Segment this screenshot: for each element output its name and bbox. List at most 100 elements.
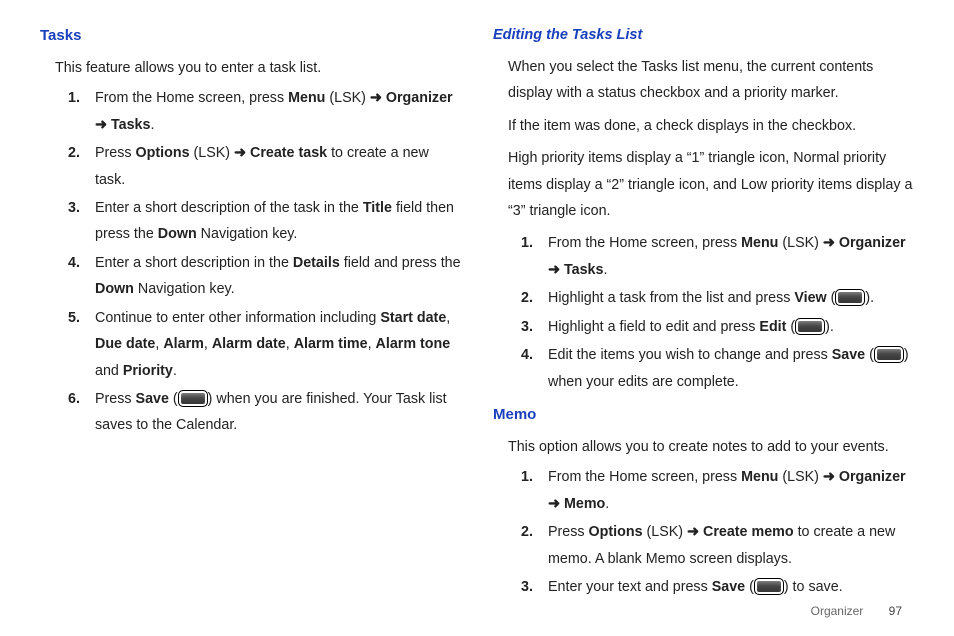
- text: Edit the items you wish to change and pr…: [548, 347, 832, 363]
- softkey-button-icon: [178, 390, 208, 407]
- list-item: 1. From the Home screen, press Menu (LSK…: [548, 464, 914, 517]
- text: ,: [446, 310, 450, 326]
- text: field and press the: [340, 255, 461, 271]
- create-task-label: Create task: [246, 145, 327, 161]
- menu-label: Menu: [741, 469, 778, 485]
- text: .: [150, 117, 154, 133]
- step-number: 1.: [521, 464, 533, 490]
- memo-steps: 1. From the Home screen, press Menu (LSK…: [548, 464, 914, 600]
- organizer-label: Organizer: [835, 235, 906, 251]
- step-number: 6.: [68, 386, 80, 412]
- title-label: Title: [363, 200, 392, 216]
- down-label: Down: [95, 281, 134, 297]
- paragraph: When you select the Tasks list menu, the…: [508, 54, 914, 107]
- footer-section: Organizer: [811, 604, 864, 618]
- text: Navigation key.: [134, 281, 235, 297]
- list-item: 2. Highlight a task from the list and pr…: [548, 285, 914, 311]
- step-number: 4.: [521, 342, 533, 368]
- page-number: 97: [889, 604, 902, 618]
- menu-label: Menu: [741, 235, 778, 251]
- tasks-heading: Tasks: [40, 22, 461, 50]
- text: Press: [95, 391, 136, 407]
- list-item: 2. Press Options (LSK) ➜ Create memo to …: [548, 519, 914, 572]
- step-number: 2.: [68, 140, 80, 166]
- text: Press: [95, 145, 136, 161]
- text: ,: [204, 336, 212, 352]
- tasks-intro: This feature allows you to enter a task …: [55, 55, 461, 81]
- right-column: Editing the Tasks List When you select t…: [493, 22, 914, 602]
- paragraph: High priority items display a “1” triang…: [508, 145, 914, 224]
- organizer-label: Organizer: [382, 90, 453, 106]
- start-date-label: Start date: [380, 310, 446, 326]
- text: .: [605, 496, 609, 512]
- text: Highlight a field to edit and press: [548, 319, 759, 335]
- edit-label: Edit: [759, 319, 786, 335]
- tasks-steps: 1. From the Home screen, press Menu (LSK…: [95, 85, 461, 439]
- step-number: 2.: [521, 519, 533, 545]
- text: Enter a short description of the task in…: [95, 200, 363, 216]
- list-item: 6. Press Save () when you are finished. …: [95, 386, 461, 439]
- text: From the Home screen, press: [548, 469, 741, 485]
- text: ).: [825, 319, 834, 335]
- arrow-icon: ➜: [370, 90, 382, 106]
- text: From the Home screen, press: [95, 90, 288, 106]
- text: Enter a short description in the: [95, 255, 293, 271]
- text: ).: [865, 290, 874, 306]
- text: (LSK): [190, 145, 235, 161]
- softkey-button-icon: [874, 346, 904, 363]
- organizer-label: Organizer: [835, 469, 906, 485]
- step-number: 4.: [68, 250, 80, 276]
- text: and: [95, 363, 123, 379]
- arrow-icon: ➜: [823, 235, 835, 251]
- save-label: Save: [136, 391, 169, 407]
- view-label: View: [794, 290, 826, 306]
- list-item: 1. From the Home screen, press Menu (LSK…: [95, 85, 461, 138]
- save-label: Save: [832, 347, 865, 363]
- list-item: 2. Press Options (LSK) ➜ Create task to …: [95, 140, 461, 193]
- softkey-button-icon: [835, 289, 865, 306]
- text: (LSK): [325, 90, 370, 106]
- alarm-tone-label: Alarm tone: [376, 336, 451, 352]
- step-number: 3.: [521, 574, 533, 600]
- arrow-icon: ➜: [687, 524, 699, 540]
- step-number: 3.: [521, 314, 533, 340]
- alarm-date-label: Alarm date: [212, 336, 286, 352]
- step-number: 3.: [68, 195, 80, 221]
- arrow-icon: ➜: [95, 117, 107, 133]
- softkey-button-icon: [795, 318, 825, 335]
- step-number: 1.: [521, 230, 533, 256]
- text: Enter your text and press: [548, 579, 712, 595]
- editing-steps: 1. From the Home screen, press Menu (LSK…: [548, 230, 914, 395]
- create-memo-label: Create memo: [699, 524, 794, 540]
- arrow-icon: ➜: [548, 496, 560, 512]
- memo-heading: Memo: [493, 401, 914, 429]
- text: (: [865, 347, 874, 363]
- options-label: Options: [589, 524, 643, 540]
- memo-label: Memo: [560, 496, 605, 512]
- page-footer: Organizer 97: [811, 600, 902, 622]
- page-columns: Tasks This feature allows you to enter a…: [40, 22, 914, 602]
- text: (: [169, 391, 178, 407]
- save-label: Save: [712, 579, 745, 595]
- text: Press: [548, 524, 589, 540]
- list-item: 4. Edit the items you wish to change and…: [548, 342, 914, 395]
- list-item: 1. From the Home screen, press Menu (LSK…: [548, 230, 914, 283]
- alarm-label: Alarm: [163, 336, 204, 352]
- text: ,: [368, 336, 376, 352]
- priority-label: Priority: [123, 363, 173, 379]
- text: Continue to enter other information incl…: [95, 310, 380, 326]
- list-item: 5. Continue to enter other information i…: [95, 305, 461, 384]
- list-item: 3. Enter your text and press Save () to …: [548, 574, 914, 600]
- text: (LSK): [643, 524, 688, 540]
- text: .: [173, 363, 177, 379]
- list-item: 4. Enter a short description in the Deta…: [95, 250, 461, 303]
- softkey-button-icon: [754, 578, 784, 595]
- list-item: 3. Highlight a field to edit and press E…: [548, 314, 914, 340]
- text: Highlight a task from the list and press: [548, 290, 794, 306]
- details-label: Details: [293, 255, 340, 271]
- list-item: 3. Enter a short description of the task…: [95, 195, 461, 248]
- left-column: Tasks This feature allows you to enter a…: [40, 22, 461, 602]
- due-date-label: Due date: [95, 336, 155, 352]
- paragraph: If the item was done, a check displays i…: [508, 113, 914, 139]
- text: Navigation key.: [197, 226, 298, 242]
